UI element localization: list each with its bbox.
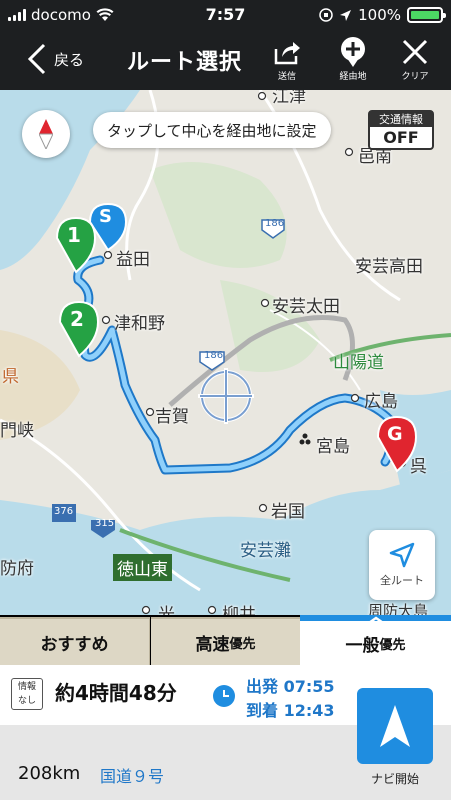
road-number-376: 376: [54, 506, 74, 517]
place-miyajima: 宮島: [316, 437, 350, 457]
place-mon: 門峡: [0, 421, 34, 441]
place-yanai: 柳井: [222, 605, 256, 615]
place-iwakuni: 岩国: [271, 502, 305, 522]
compass-button[interactable]: [22, 110, 70, 158]
send-label: 送信: [277, 72, 296, 82]
all-route-button[interactable]: 全ルート: [369, 530, 435, 600]
place-ken: 県: [2, 367, 19, 387]
add-pin-icon: [341, 37, 365, 67]
start-navigation-button[interactable]: [357, 688, 433, 764]
place-sanyo-expressway: 山陽道: [333, 353, 384, 373]
chevron-left-icon: [27, 43, 46, 75]
waypoint-2-label: 2: [70, 307, 84, 331]
navigation-arrow-icon: [380, 705, 410, 747]
tab-general-suffix: 優先: [379, 637, 406, 653]
road-number-315: 315: [95, 518, 115, 529]
route-road-name[interactable]: 国道９号: [100, 763, 164, 787]
location-icon: [340, 9, 352, 21]
close-icon: [402, 39, 428, 65]
tab-expressway-suffix: 優先: [229, 636, 256, 652]
waypoint-1-label: 1: [67, 223, 81, 247]
traffic-info-title: 交通情報: [370, 112, 432, 127]
tab-recommended-label: おすすめ: [40, 634, 109, 655]
place-hofu: 防府: [0, 559, 34, 579]
arrival-label: 到着: [246, 701, 279, 720]
share-icon: [274, 42, 300, 65]
arrival: 到着 12:43: [246, 697, 335, 721]
place-masuda: 益田: [116, 250, 150, 270]
place-aki-nada: 安芸灘: [240, 541, 291, 561]
compass-icon: [39, 119, 53, 149]
route-tabs: おすすめ 高速 優先 一般 優先: [0, 615, 451, 665]
goal-marker-label: G: [387, 423, 403, 445]
arrival-time: 12:43: [283, 701, 335, 720]
departure-time: 07:55: [283, 677, 335, 696]
send-button[interactable]: 送信: [262, 36, 312, 86]
tab-general-label: 一般: [345, 635, 380, 656]
place-aki-takata: 安芸高田: [355, 257, 423, 277]
info-badge-line1: 情報: [17, 682, 36, 692]
start-marker-label: S: [99, 206, 112, 227]
status-bar: docomo 7:57 100%: [0, 0, 451, 30]
duration: 約4時間48分: [55, 681, 177, 705]
place-hiroshima: 広島: [364, 392, 398, 412]
road-number-186-north: 186: [265, 218, 285, 229]
waypoint-label: 経由地: [339, 72, 367, 82]
orientation-lock-icon: [319, 8, 333, 22]
back-button[interactable]: 戻る: [26, 42, 84, 76]
place-suo: 周防大島: [368, 602, 429, 615]
map-view[interactable]: 186 186 376 315 S 1 2 G 江津 邑南 益田 安芸高田 津和…: [0, 90, 451, 615]
clear-label: クリア: [401, 72, 429, 82]
info-badge-line2: なし: [17, 696, 36, 706]
departure: 出発 07:55: [246, 673, 335, 697]
place-tsuwano: 津和野: [114, 314, 165, 334]
tab-general-road[interactable]: 一般 優先: [300, 615, 451, 665]
route-distance: 208km: [18, 763, 81, 784]
battery-percent: 100%: [358, 6, 401, 24]
place-gotsu: 江津: [272, 90, 306, 107]
place-aki-ota: 安芸太田: [272, 297, 340, 317]
clear-button[interactable]: クリア: [390, 36, 440, 86]
clock-icon: [213, 685, 235, 707]
start-navigation-label: ナビ開始: [370, 772, 419, 786]
battery-icon: [407, 7, 446, 23]
place-kure: 呉: [410, 457, 427, 477]
navigation-arrow-icon: [389, 542, 415, 568]
place-hikari: 光: [158, 605, 175, 615]
all-route-label: 全ルート: [380, 574, 424, 587]
nav-bar: 戻る ルート選択 送信 経由地 クリア: [0, 30, 451, 90]
place-tokuyama-higashi: 徳山東: [113, 554, 172, 581]
place-yoshika: 吉賀: [155, 407, 189, 427]
map-tip-bubble: タップして中心を経由地に設定: [93, 112, 331, 148]
tab-expressway-label: 高速: [195, 634, 230, 655]
chevron-up-icon: [363, 615, 389, 629]
traffic-info-state: OFF: [383, 128, 419, 147]
traffic-info-toggle[interactable]: 交通情報 OFF: [368, 110, 434, 150]
road-number-186-south: 186: [204, 350, 224, 361]
page-title: ルート選択: [127, 50, 243, 75]
add-waypoint-button[interactable]: 経由地: [328, 36, 378, 86]
tab-recommended[interactable]: おすすめ: [0, 617, 150, 665]
tab-expressway[interactable]: 高速 優先: [151, 617, 300, 665]
departure-label: 出発: [246, 677, 279, 696]
back-label: 戻る: [54, 50, 85, 69]
info-badge: 情報 なし: [11, 678, 43, 710]
